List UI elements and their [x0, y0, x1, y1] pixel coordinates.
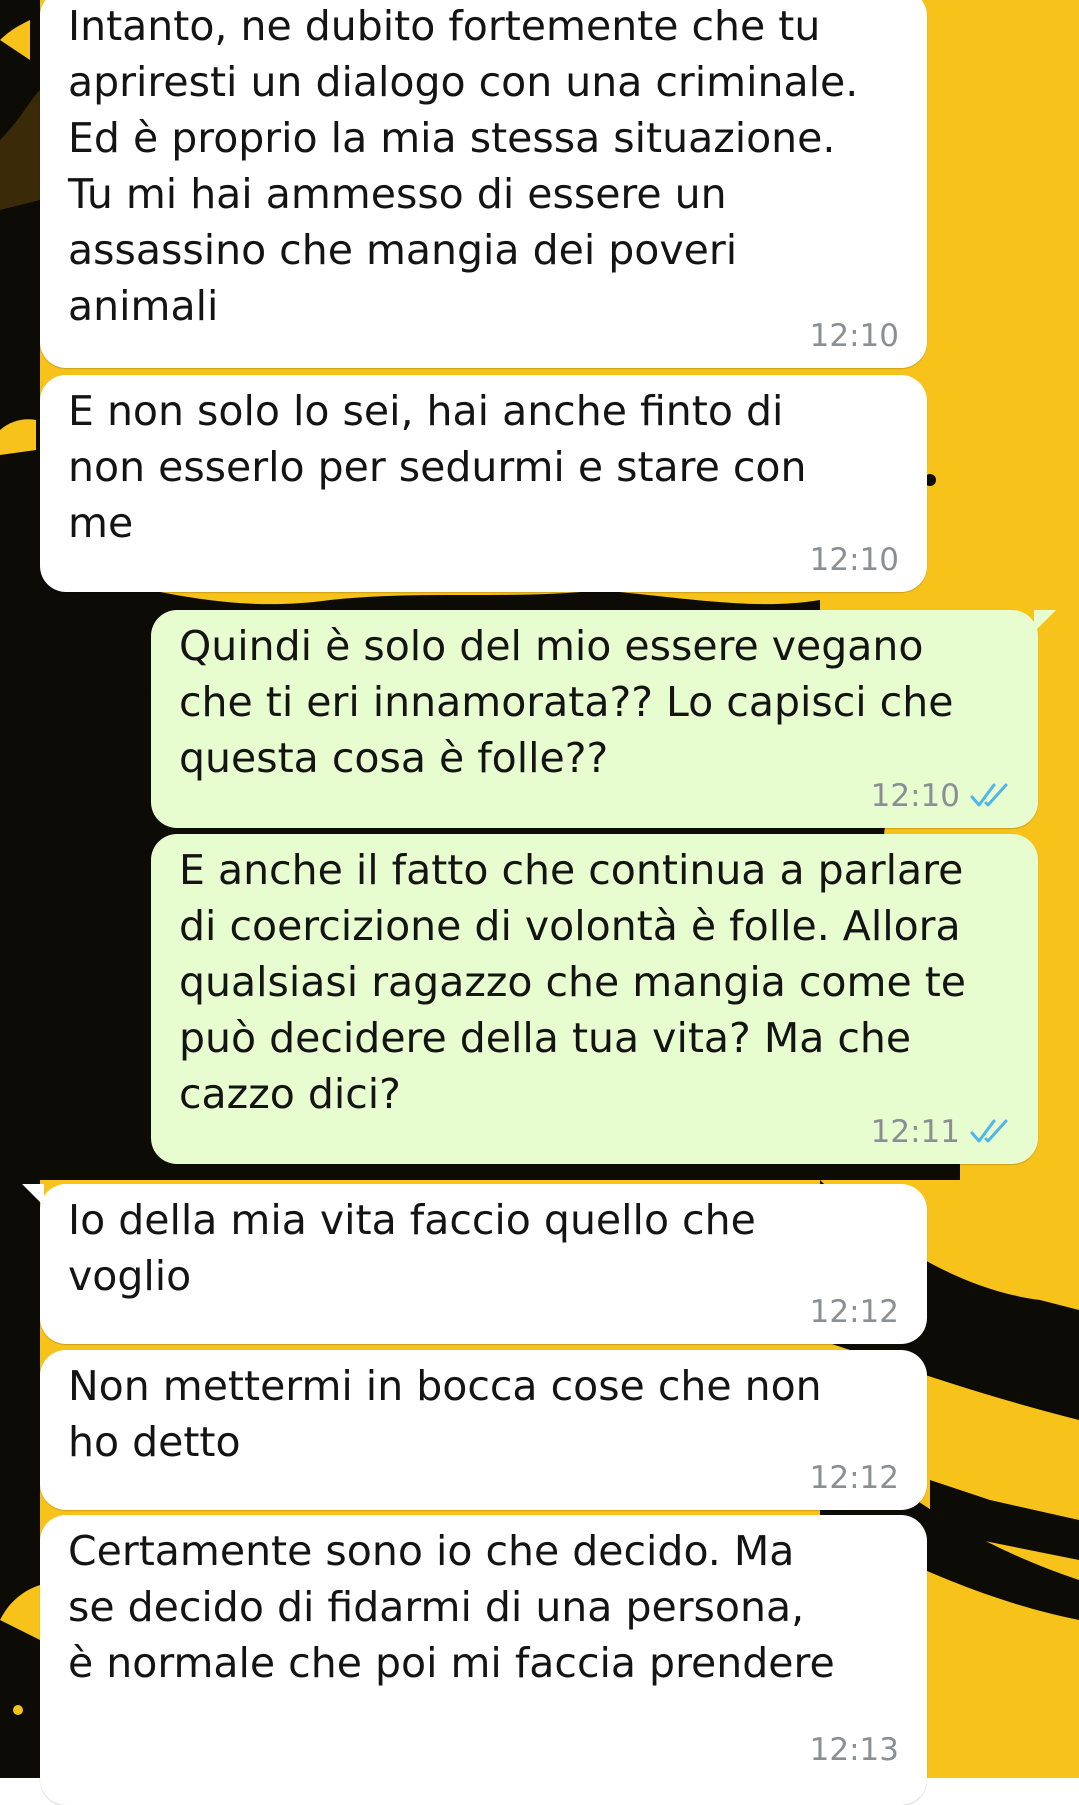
incoming-message-bubble[interactable]: E non solo lo sei, hai anche finto di no… — [40, 375, 927, 592]
incoming-message-bubble[interactable]: Io della mia vita faccio quello che vogl… — [22, 1184, 927, 1344]
bubble-tail — [22, 1184, 44, 1206]
message-meta: 12:12 — [810, 1460, 899, 1496]
message-time: 12:12 — [809, 1460, 899, 1496]
bubble-tail — [1034, 610, 1056, 632]
message-time: 12:11 — [870, 1114, 960, 1150]
message-text: E anche il fatto che continua a parlare … — [179, 846, 967, 1118]
incoming-message-bubble[interactable]: Non mettermi in bocca cose che non ho de… — [40, 1350, 927, 1510]
message-meta: 12:12 — [810, 1294, 899, 1330]
incoming-message-bubble[interactable]: Certamente sono io che decido. Ma se dec… — [40, 1515, 927, 1805]
message-time: 12:12 — [809, 1294, 899, 1330]
message-time: 12:13 — [809, 1732, 899, 1768]
message-meta: 12:10 — [810, 542, 899, 578]
message-text: Certamente sono io che decido. Ma se dec… — [68, 1527, 835, 1687]
message-meta: 12:11 — [871, 1114, 1010, 1150]
message-meta: 12:13 — [810, 1732, 899, 1768]
outgoing-message-bubble[interactable]: E anche il fatto che continua a parlare … — [151, 834, 1038, 1164]
message-meta: 12:10 — [810, 318, 899, 354]
message-time: 12:10 — [809, 542, 899, 578]
message-text: E non solo lo sei, hai anche finto di no… — [68, 387, 807, 547]
message-list[interactable]: Intanto, ne dubito fortemente che tu apr… — [0, 0, 1079, 1805]
message-text: Intanto, ne dubito fortemente che tu apr… — [68, 2, 859, 330]
incoming-message-bubble[interactable]: Intanto, ne dubito fortemente che tu apr… — [40, 0, 927, 368]
message-text: Io della mia vita faccio quello che vogl… — [68, 1196, 756, 1300]
message-text: Non mettermi in bocca cose che non ho de… — [68, 1362, 822, 1466]
read-double-check-icon — [970, 1119, 1008, 1143]
message-time: 12:10 — [870, 778, 960, 814]
read-double-check-icon — [970, 783, 1008, 807]
message-time: 12:10 — [809, 318, 899, 354]
outgoing-message-bubble[interactable]: Quindi è solo del mio essere vegano che … — [151, 610, 1056, 828]
message-meta: 12:10 — [871, 778, 1010, 814]
message-text: Quindi è solo del mio essere vegano che … — [179, 622, 954, 782]
